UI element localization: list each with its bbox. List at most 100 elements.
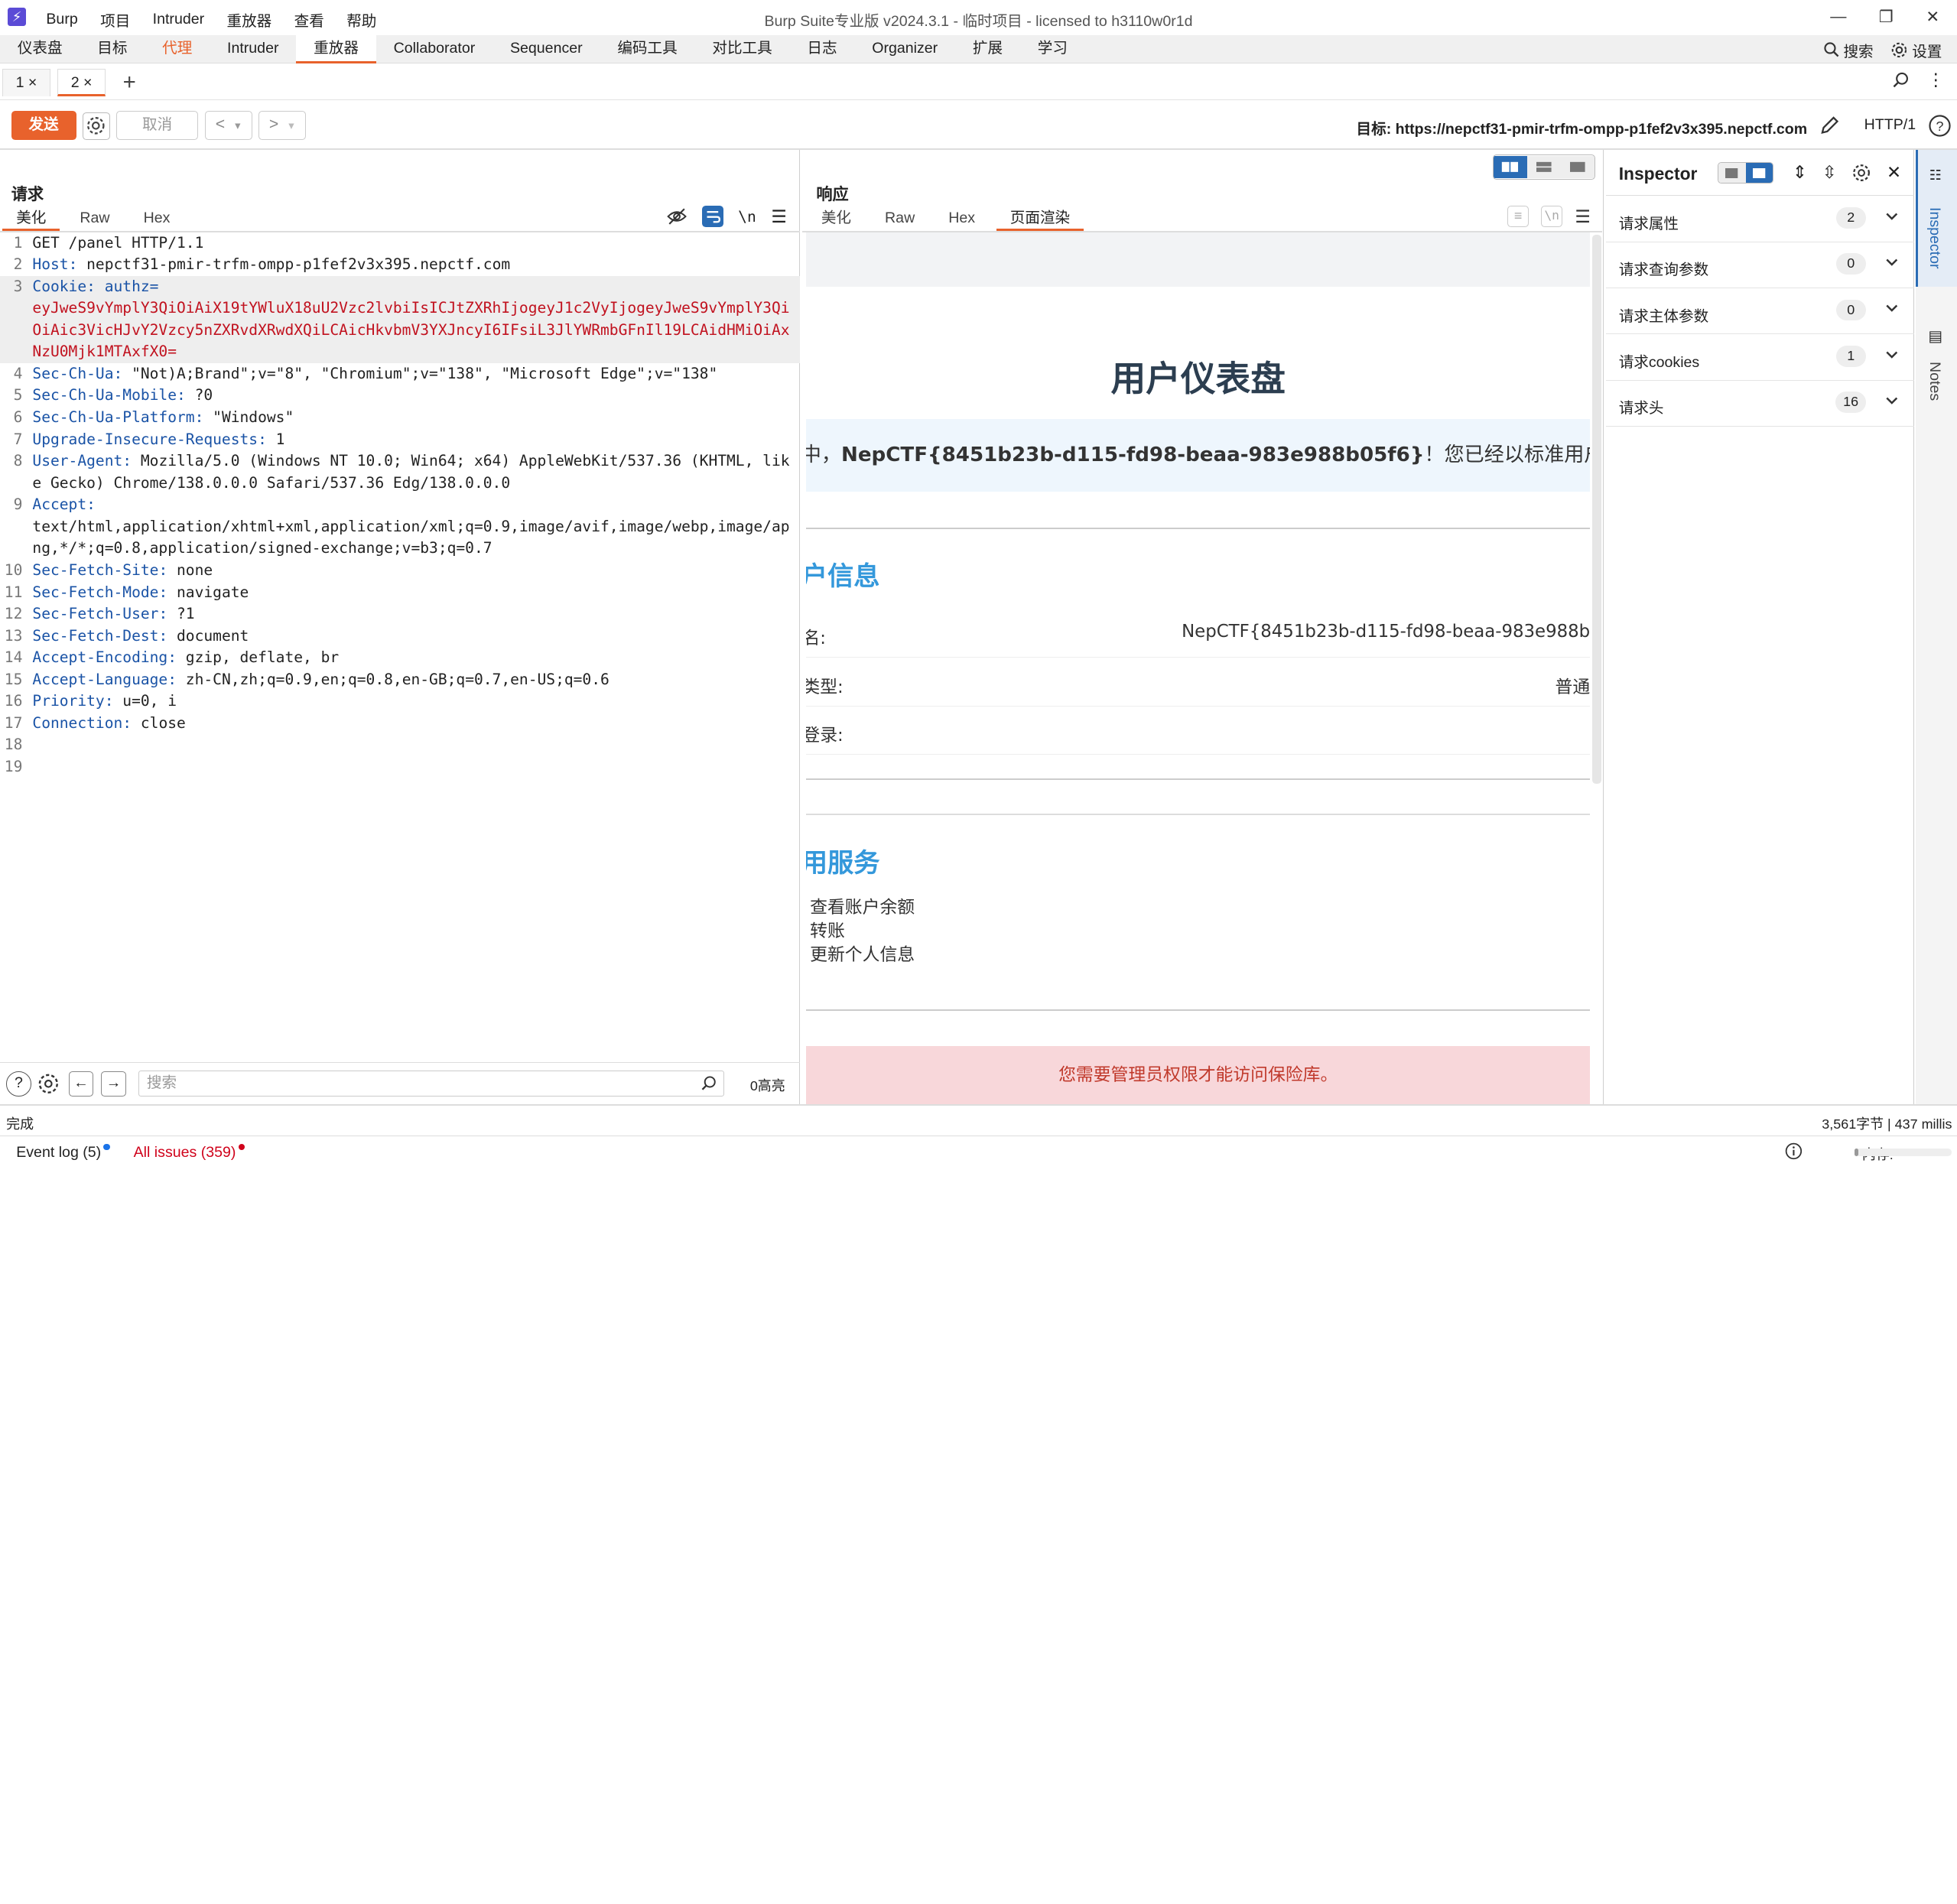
main-tab-2[interactable]: 代理 bbox=[145, 35, 210, 64]
request-editor[interactable]: 1 GET /panel HTTP/1.1 2 Host: nepctf31-pmir… bbox=[0, 232, 801, 1062]
minimize-icon[interactable]: — bbox=[1830, 8, 1846, 26]
history-back-button[interactable]: < ▾ bbox=[204, 111, 252, 140]
main-tab-12[interactable]: 学习 bbox=[1020, 35, 1085, 64]
chevron-down-icon[interactable] bbox=[1884, 393, 1900, 408]
inspector-row[interactable]: 请求查询参数 0 bbox=[1606, 242, 1915, 288]
menu-intruder[interactable]: Intruder bbox=[153, 11, 204, 28]
chevron-down-icon[interactable] bbox=[1884, 301, 1900, 316]
line-content: Sec-Fetch-Mode: navigate bbox=[32, 583, 249, 601]
inspector-count-badge: 0 bbox=[1835, 299, 1866, 321]
response-editor-tools: ≡ \n ☰ bbox=[1507, 206, 1591, 227]
event-log-button[interactable]: Event log (5) bbox=[16, 1143, 110, 1162]
main-tab-11[interactable]: 扩展 bbox=[955, 35, 1020, 64]
tab-raw[interactable]: Raw bbox=[60, 206, 123, 231]
inspector-row-label: 请求主体参数 bbox=[1618, 307, 1709, 325]
menu-view[interactable]: 查看 bbox=[294, 8, 324, 31]
wrap-lines-icon[interactable] bbox=[701, 206, 723, 227]
response-scrollbar[interactable] bbox=[1592, 234, 1601, 784]
tab-hex[interactable]: Hex bbox=[928, 206, 989, 231]
chevron-down-icon[interactable] bbox=[1884, 209, 1900, 224]
menu-icon[interactable]: ☰ bbox=[771, 206, 786, 227]
send-button[interactable]: 发送 bbox=[11, 111, 76, 140]
inspector-count-badge: 16 bbox=[1835, 392, 1866, 414]
main-tab-4[interactable]: 重放器 bbox=[296, 34, 376, 64]
menu-help[interactable]: 帮助 bbox=[346, 8, 376, 31]
inspector-layout-split-icon[interactable] bbox=[1745, 163, 1773, 184]
highlight-count: 0高亮 bbox=[749, 1078, 785, 1094]
info-value: 普通 bbox=[1555, 677, 1591, 697]
header-name: Sec-Fetch-Dest bbox=[32, 626, 159, 645]
line-number: 2 bbox=[13, 255, 23, 274]
main-tab-5[interactable]: Collaborator bbox=[376, 35, 493, 64]
dropdown-icon[interactable]: ▾ bbox=[288, 120, 294, 132]
main-tab-3[interactable]: Intruder bbox=[210, 35, 296, 64]
restore-icon[interactable]: ❐ bbox=[1879, 8, 1894, 27]
service-item: 更新个人信息 bbox=[810, 944, 915, 965]
add-tab-icon[interactable]: + bbox=[123, 69, 136, 96]
collapse-all-icon[interactable]: ⇳ bbox=[1822, 162, 1837, 183]
request-search-input[interactable]: 搜索 bbox=[138, 1070, 724, 1097]
repeater-tab-bar: 1 × 2 × + ⋮ bbox=[0, 64, 1957, 100]
info-row-type: 类型: 普通 bbox=[806, 658, 1591, 707]
expand-all-icon[interactable]: ⇕ bbox=[1793, 162, 1807, 183]
inspector-row-label: 请求头 bbox=[1618, 400, 1664, 418]
inspector-row[interactable]: 请求头 16 bbox=[1606, 381, 1915, 427]
newline-toggle-icon[interactable]: \n bbox=[738, 208, 756, 226]
cancel-button[interactable]: 取消 bbox=[115, 111, 199, 140]
global-search-button[interactable]: 搜索 bbox=[1823, 39, 1874, 61]
kebab-menu-icon[interactable]: ⋮ bbox=[1927, 71, 1945, 89]
main-tab-6[interactable]: Sequencer bbox=[493, 35, 600, 64]
http-version-toggle[interactable]: HTTP/1 bbox=[1864, 116, 1916, 134]
main-tab-8[interactable]: 对比工具 bbox=[695, 35, 790, 64]
menu-icon[interactable]: ☰ bbox=[1575, 206, 1590, 227]
layout-stacked-icon[interactable] bbox=[1526, 155, 1561, 179]
close-icon[interactable]: ✕ bbox=[1887, 162, 1901, 183]
main-tab-0[interactable]: 仪表盘 bbox=[0, 35, 80, 64]
side-tab-notes[interactable]: ▤ Notes bbox=[1916, 324, 1957, 424]
previous-match-icon[interactable]: ← bbox=[68, 1071, 94, 1097]
repeater-tab-1[interactable]: 1 × bbox=[2, 68, 50, 96]
main-tab-1[interactable]: 目标 bbox=[80, 35, 145, 64]
repeater-tab-2[interactable]: 2 × bbox=[57, 68, 106, 96]
line-content: GET /panel HTTP/1.1 bbox=[28, 232, 800, 255]
line-content: Priority: u=0, i bbox=[32, 692, 177, 710]
dropdown-icon[interactable]: ▾ bbox=[235, 120, 240, 132]
menu-project[interactable]: 项目 bbox=[100, 8, 130, 31]
main-tab-9[interactable]: 日志 bbox=[790, 35, 855, 64]
header-name: User-Agent bbox=[32, 452, 123, 470]
tab-search-icon[interactable] bbox=[1892, 71, 1910, 89]
menu-burp[interactable]: Burp bbox=[46, 11, 77, 28]
tab-pretty[interactable]: 美化 bbox=[808, 206, 865, 231]
gear-icon[interactable] bbox=[1851, 163, 1871, 183]
edit-target-icon[interactable] bbox=[1819, 114, 1841, 136]
hide-nonprintable-icon[interactable] bbox=[667, 206, 688, 226]
layout-tabs-icon[interactable] bbox=[1560, 155, 1595, 179]
inspector-row[interactable]: 请求主体参数 0 bbox=[1606, 288, 1915, 335]
search-settings-icon[interactable] bbox=[36, 1071, 61, 1097]
layout-side-by-side-icon[interactable] bbox=[1493, 155, 1527, 179]
side-tab-inspector[interactable]: ☷ Inspector bbox=[1916, 149, 1957, 288]
help-icon[interactable]: ? bbox=[1928, 114, 1952, 138]
info-icon[interactable] bbox=[1785, 1142, 1803, 1160]
chevron-down-icon[interactable] bbox=[1884, 347, 1900, 362]
next-match-icon[interactable]: → bbox=[101, 1071, 126, 1097]
chevron-down-icon[interactable] bbox=[1884, 255, 1900, 270]
inspector-row[interactable]: 请求cookies 1 bbox=[1606, 334, 1915, 381]
main-tab-10[interactable]: Organizer bbox=[854, 35, 955, 64]
tab-raw[interactable]: Raw bbox=[865, 206, 928, 231]
service-item: 查看账户余额 bbox=[810, 897, 915, 918]
tab-render[interactable]: 页面渲染 bbox=[996, 206, 1084, 231]
inspector-layout-list-icon[interactable] bbox=[1718, 163, 1746, 184]
settings-button[interactable]: 设置 bbox=[1890, 39, 1942, 61]
close-icon[interactable]: ✕ bbox=[1926, 8, 1939, 27]
menu-repeater[interactable]: 重放器 bbox=[227, 8, 272, 31]
all-issues-button[interactable]: All issues (359) bbox=[134, 1143, 245, 1162]
history-forward-button[interactable]: > ▾ bbox=[258, 111, 306, 140]
main-tab-7[interactable]: 编码工具 bbox=[600, 35, 695, 64]
tab-pretty[interactable]: 美化 bbox=[2, 206, 60, 231]
help-icon[interactable]: ? bbox=[6, 1071, 31, 1097]
send-options-button[interactable] bbox=[82, 112, 110, 140]
tab-hex[interactable]: Hex bbox=[124, 206, 184, 231]
response-pane: 响应 美化 Raw Hex 页面渲染 ≡ \n ☰ 用户仪表盘 中，NepCTF… bbox=[802, 149, 1604, 1105]
inspector-row[interactable]: 请求属性 2 bbox=[1606, 196, 1915, 242]
